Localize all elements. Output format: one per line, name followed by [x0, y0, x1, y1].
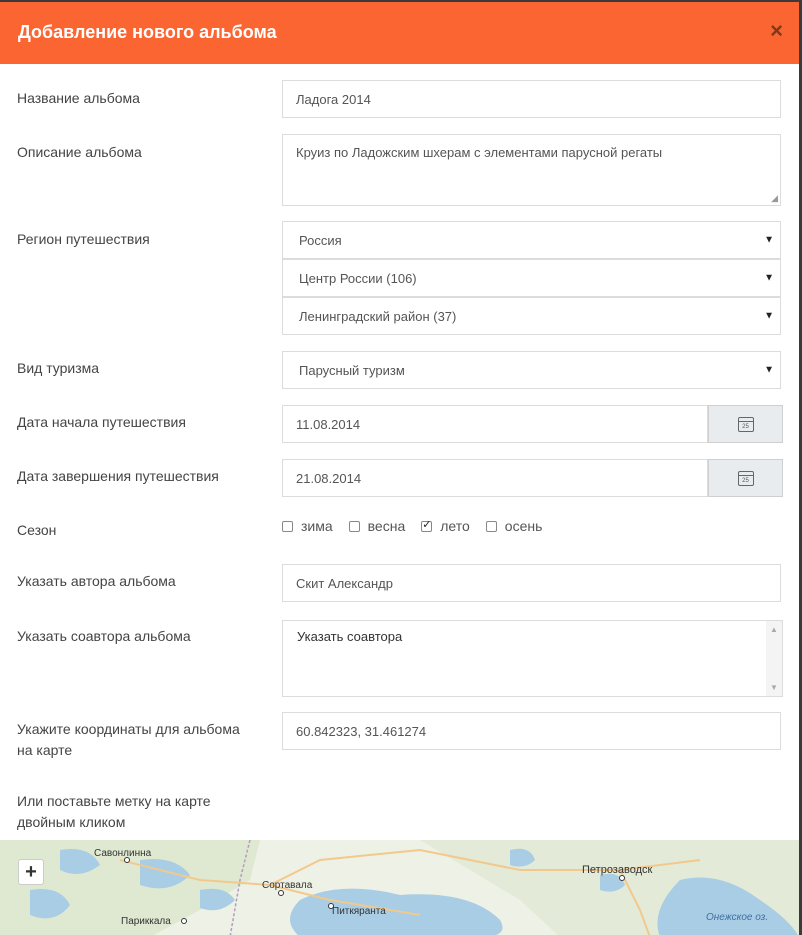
tourism-label: Вид туризма — [17, 360, 100, 376]
season-option-label: зима — [301, 518, 333, 534]
map-hint: Или поставьте метку на карте двойным кли… — [17, 791, 211, 833]
region-district-value: Ленинградский район (37) — [299, 308, 457, 324]
season-option-autumn[interactable]: осень — [485, 518, 543, 534]
tourism-value: Парусный туризм — [299, 362, 405, 378]
album-desc-value: Круиз по Ладожским шхерам с элементами п… — [296, 145, 663, 160]
season-option-label: осень — [504, 518, 543, 534]
date-end-value: 21.08.2014 — [296, 470, 362, 486]
coords-value: 60.842323, 31.461274 — [296, 723, 427, 739]
date-start-input[interactable]: 11.08.2014 — [282, 405, 708, 443]
season-option-label: весна — [367, 518, 406, 534]
date-start-value: 11.08.2014 — [296, 416, 361, 432]
caret-down-icon: ▼ — [764, 272, 774, 284]
resize-handle-icon[interactable]: ◢ — [771, 193, 778, 204]
map-place-label: Питкяранта — [332, 906, 386, 917]
modal-title: Добавление нового альбома — [18, 22, 277, 42]
coauthor-label: Указать соавтора альбома — [17, 628, 191, 644]
map-place-label: Савонлинна — [94, 848, 152, 859]
album-name-input[interactable]: Ладога 2014 — [282, 80, 781, 118]
calendar-icon: 25 — [737, 416, 754, 432]
coords-label-line1: Укажите координаты для альбома — [17, 721, 240, 737]
checkbox[interactable] — [348, 520, 360, 532]
author-input[interactable]: Скит Александр — [282, 564, 781, 602]
map-place-label: Онежское оз. — [706, 912, 769, 923]
date-start-label: Дата начала путешествия — [17, 414, 186, 430]
album-desc-textarea[interactable]: Круиз по Ладожским шхерам с элементами п… — [282, 134, 781, 206]
add-album-modal: Добавление нового альбома × Название аль… — [0, 2, 799, 935]
checkbox-checked[interactable] — [421, 518, 433, 532]
map-hint-line1: Или поставьте метку на карте — [17, 793, 211, 809]
map-hint-line2: двойным кликом — [17, 814, 126, 830]
region-country-select[interactable]: Россия ▼ — [282, 221, 781, 259]
date-end-calendar-button[interactable]: 25 — [708, 459, 783, 497]
map-place-label: Сортавала — [262, 880, 313, 891]
season-option-winter[interactable]: зима — [282, 518, 333, 534]
season-checkboxes: зима весна лето осень — [282, 518, 558, 534]
author-value: Скит Александр — [296, 575, 393, 591]
tourism-select[interactable]: Парусный туризм ▼ — [282, 351, 781, 389]
map[interactable]: + Савонлинна Сортавала Питкяранта Петроз… — [0, 840, 799, 935]
date-end-label: Дата завершения путешествия — [17, 468, 219, 484]
author-label: Указать автора альбома — [17, 573, 176, 589]
region-district-select[interactable]: Ленинградский район (37) ▼ — [282, 297, 781, 335]
checkbox[interactable] — [485, 520, 497, 532]
scroll-up-icon[interactable]: ▲ — [770, 625, 778, 634]
coauthor-value: Указать соавтора — [297, 629, 403, 644]
coords-label: Укажите координаты для альбома на карте — [17, 719, 240, 761]
scroll-down-icon[interactable]: ▼ — [770, 683, 778, 692]
caret-down-icon: ▼ — [764, 310, 774, 322]
album-desc-label: Описание альбома — [17, 144, 142, 160]
calendar-icon: 25 — [737, 470, 754, 486]
coauthor-select[interactable]: Указать соавтора ▲ ▼ — [282, 620, 783, 697]
modal-header: Добавление нового альбома × — [0, 2, 799, 64]
region-area-value: Центр России (106) — [299, 270, 417, 286]
region-label: Регион путешествия — [17, 231, 150, 247]
zoom-in-button[interactable]: + — [18, 859, 44, 885]
date-end-input[interactable]: 21.08.2014 — [282, 459, 708, 497]
close-button[interactable]: × — [770, 20, 783, 42]
map-place-label: Петрозаводск — [582, 864, 653, 876]
date-start-calendar-button[interactable]: 25 — [708, 405, 783, 443]
season-option-label: лето — [440, 518, 470, 534]
checkbox[interactable] — [282, 520, 293, 532]
caret-down-icon: ▼ — [764, 234, 774, 246]
coords-label-line2: на карте — [17, 742, 73, 758]
scrollbar[interactable]: ▲ ▼ — [766, 621, 782, 696]
region-area-select[interactable]: Центр России (106) ▼ — [282, 259, 781, 297]
season-option-summer[interactable]: лето — [421, 518, 470, 534]
map-place-label: Париккала — [121, 916, 171, 927]
season-option-spring[interactable]: весна — [348, 518, 406, 534]
season-label: Сезон — [17, 522, 57, 538]
album-name-label: Название альбома — [17, 90, 140, 106]
album-name-value: Ладога 2014 — [296, 91, 371, 107]
caret-down-icon: ▼ — [764, 364, 774, 376]
coords-input[interactable]: 60.842323, 31.461274 — [282, 712, 781, 750]
region-country-value: Россия — [299, 232, 342, 248]
